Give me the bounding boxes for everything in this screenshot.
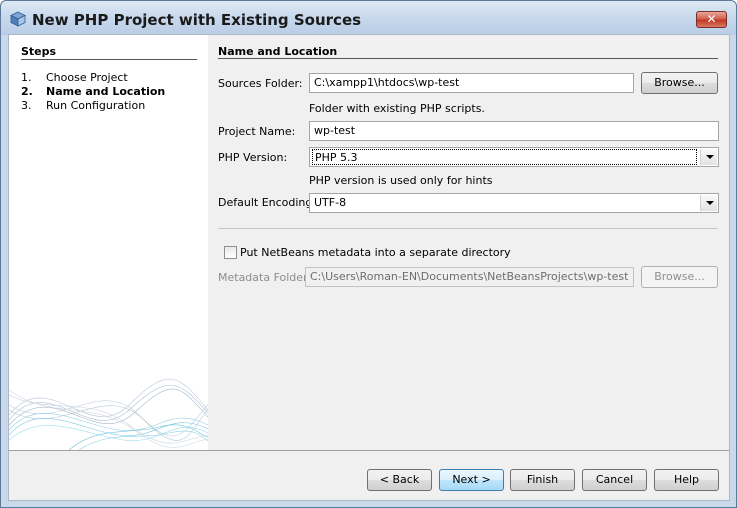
default-encoding-select[interactable]: UTF-8 [309, 193, 719, 213]
step-number: 3. [21, 99, 32, 112]
project-name-field[interactable]: wp-test [309, 121, 719, 141]
step-choose-project: 1. Choose Project [21, 71, 128, 84]
step-label: Run Configuration [46, 99, 146, 112]
step-run-configuration: 3. Run Configuration [21, 99, 145, 112]
back-button[interactable]: < Back [367, 469, 432, 491]
php-version-select[interactable]: PHP 5.3 [309, 147, 719, 167]
step-label: Choose Project [46, 71, 128, 84]
finish-button[interactable]: Finish [510, 469, 575, 491]
next-button[interactable]: Next > [439, 469, 504, 491]
chevron-down-icon[interactable] [700, 195, 717, 211]
form-panel: Name and Location Sources Folder: C:\xam… [208, 35, 730, 450]
project-name-label: Project Name: [218, 125, 296, 138]
help-button[interactable]: Help [654, 469, 719, 491]
step-name-and-location: 2. Name and Location [21, 85, 165, 98]
metadata-folder-label: Metadata Folder: [218, 271, 312, 284]
window-title: New PHP Project with Existing Sources [32, 11, 362, 29]
cancel-button[interactable]: Cancel [582, 469, 647, 491]
sources-folder-label: Sources Folder: [218, 77, 303, 90]
wave-decoration-image [9, 378, 208, 450]
metadata-checkbox-label[interactable]: Put NetBeans metadata into a separate di… [240, 246, 511, 259]
step-label: Name and Location [46, 85, 166, 98]
metadata-browse-button[interactable]: Browse... [641, 266, 718, 288]
step-number: 1. [21, 71, 32, 84]
section-title: Name and Location [218, 45, 338, 58]
sources-browse-button[interactable]: Browse... [641, 72, 718, 94]
metadata-folder-field[interactable]: C:\Users\Roman-EN\Documents\NetBeansProj… [305, 267, 634, 287]
section-divider [218, 58, 718, 59]
wizard-window: New PHP Project with Existing Sources ✕ … [0, 0, 737, 508]
sources-folder-hint: Folder with existing PHP scripts. [309, 102, 485, 115]
chevron-down-icon[interactable] [700, 149, 717, 165]
close-button[interactable]: ✕ [696, 11, 727, 28]
php-version-label: PHP Version: [218, 151, 288, 164]
step-number: 2. [21, 85, 33, 98]
php-version-hint: PHP version is used only for hints [309, 174, 493, 187]
sources-folder-field[interactable]: C:\xampp1\htdocs\wp-test [309, 73, 634, 93]
dialog-body: Steps 1. Choose Project 2. Name and Locati… [8, 34, 730, 501]
php-version-value: PHP 5.3 [312, 149, 697, 165]
steps-title: Steps [21, 45, 57, 58]
cube-icon [10, 11, 26, 27]
separator [218, 228, 718, 229]
steps-divider [21, 59, 197, 60]
steps-panel: Steps 1. Choose Project 2. Name and Locati… [9, 35, 208, 450]
default-encoding-label: Default Encoding: [218, 196, 317, 209]
metadata-checkbox[interactable] [224, 246, 237, 259]
default-encoding-value: UTF-8 [314, 196, 347, 209]
button-bar-divider [9, 450, 729, 451]
title-bar[interactable]: New PHP Project with Existing Sources ✕ [1, 1, 736, 35]
